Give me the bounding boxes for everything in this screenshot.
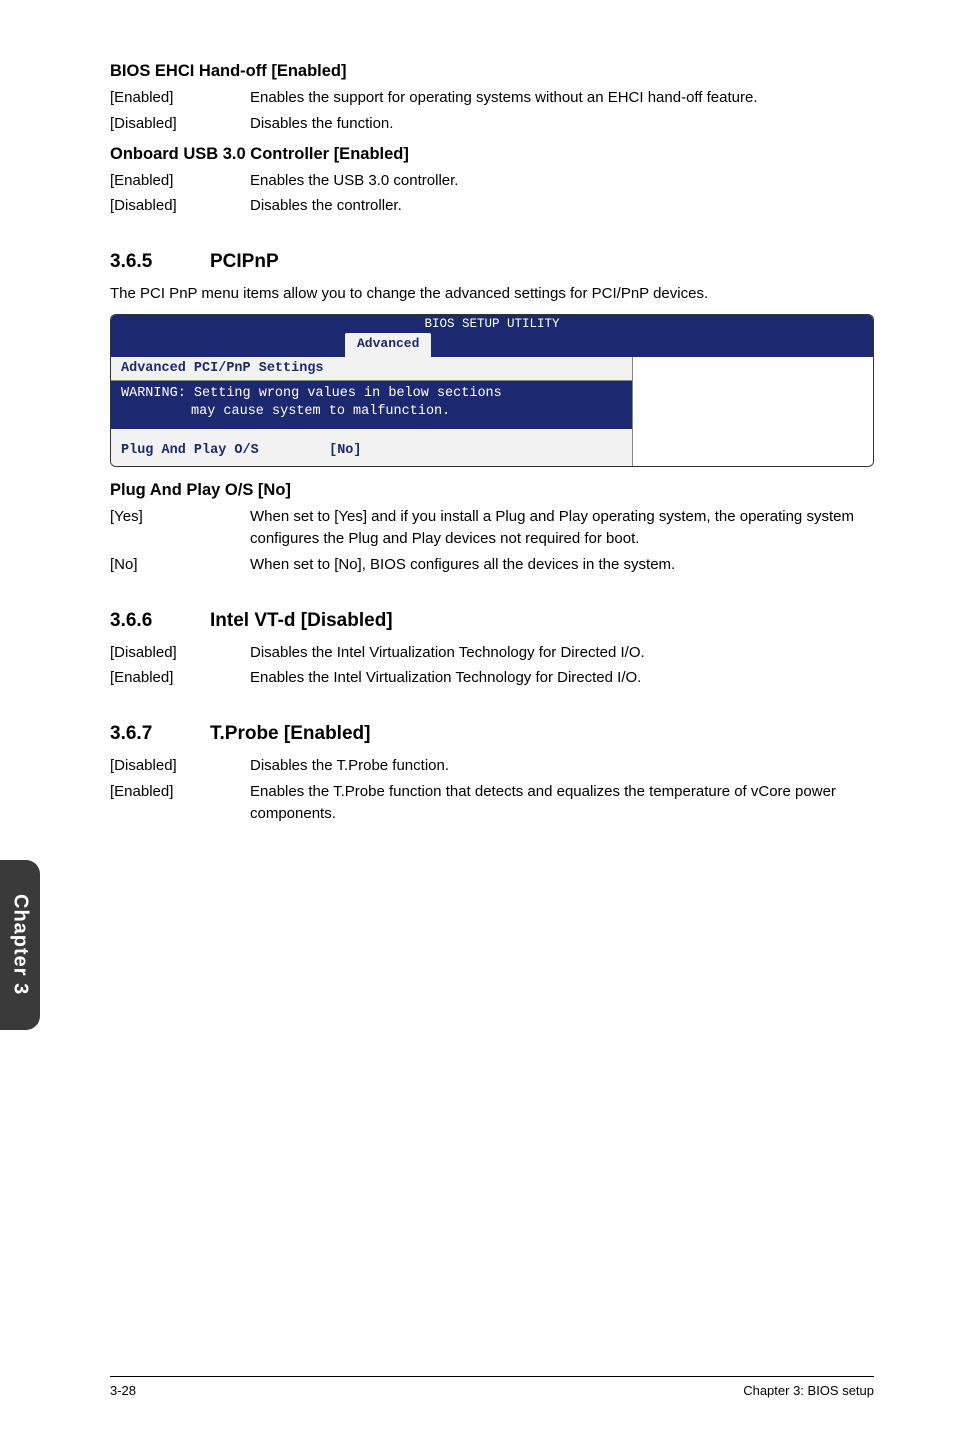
def-row: [Disabled] Disables the Intel Virtualiza… [110, 642, 874, 664]
def-text: Enables the Intel Virtualization Technol… [250, 667, 874, 689]
def-row: [Enabled] Enables the USB 3.0 controller… [110, 170, 874, 192]
def-text: When set to [No], BIOS configures all th… [250, 554, 874, 576]
subheading-onboard-usb: Onboard USB 3.0 Controller [Enabled] [110, 145, 874, 164]
def-row: [Enabled] Enables the Intel Virtualizati… [110, 667, 874, 689]
def-label: [Disabled] [110, 755, 250, 777]
def-label: [Disabled] [110, 195, 250, 217]
def-label: [Enabled] [110, 170, 250, 192]
def-text: Enables the support for operating system… [250, 87, 874, 109]
def-text: When set to [Yes] and if you install a P… [250, 506, 874, 550]
section-heading-366: 3.6.6 Intel VT-d [Disabled] [110, 610, 874, 632]
section-title: PCIPnP [210, 251, 279, 273]
page-footer: 3-28 Chapter 3: BIOS setup [110, 1376, 874, 1398]
bios-warn-line1: WARNING: Setting wrong values in below s… [121, 386, 502, 401]
bios-setting-value: [No] [329, 443, 361, 458]
def-text: Disables the Intel Virtualization Techno… [250, 642, 874, 664]
def-row: [Yes] When set to [Yes] and if you insta… [110, 506, 874, 550]
def-text: Disables the function. [250, 113, 874, 135]
bios-setting-key: Plug And Play O/S [121, 443, 321, 458]
def-text: Disables the controller. [250, 195, 874, 217]
def-label: [Yes] [110, 506, 250, 550]
bios-warn-line2: may cause system to malfunction. [121, 403, 622, 421]
section-num: 3.6.5 [110, 251, 210, 273]
bios-right-pane [633, 357, 873, 466]
def-row: [Enabled] Enables the support for operat… [110, 87, 874, 109]
bios-box: BIOS SETUP UTILITY Advanced Advanced PCI… [110, 314, 874, 467]
def-row: [Disabled] Disables the controller. [110, 195, 874, 217]
bios-header: BIOS SETUP UTILITY Advanced [111, 315, 873, 357]
bios-body: Advanced PCI/PnP Settings WARNING: Setti… [111, 357, 873, 466]
def-row: [Disabled] Disables the T.Probe function… [110, 755, 874, 777]
def-label: [Enabled] [110, 781, 250, 825]
def-text: Disables the T.Probe function. [250, 755, 874, 777]
bios-warning: WARNING: Setting wrong values in below s… [111, 381, 632, 429]
def-label: [Disabled] [110, 642, 250, 664]
def-label: [Enabled] [110, 667, 250, 689]
section-num: 3.6.7 [110, 723, 210, 745]
def-label: [Enabled] [110, 87, 250, 109]
def-text: Enables the T.Probe function that detect… [250, 781, 874, 825]
def-row: [Enabled] Enables the T.Probe function t… [110, 781, 874, 825]
section-title: T.Probe [Enabled] [210, 723, 370, 745]
bios-left-pane: Advanced PCI/PnP Settings WARNING: Setti… [111, 357, 633, 466]
section-title: Intel VT-d [Disabled] [210, 610, 393, 632]
section-heading-365: 3.6.5 PCIPnP [110, 251, 874, 273]
def-row: [Disabled] Disables the function. [110, 113, 874, 135]
subheading-bios-ehci: BIOS EHCI Hand-off [Enabled] [110, 62, 874, 81]
def-row: [No] When set to [No], BIOS configures a… [110, 554, 874, 576]
subheading-plug-play: Plug And Play O/S [No] [110, 481, 874, 500]
def-label: [No] [110, 554, 250, 576]
section-heading-367: 3.6.7 T.Probe [Enabled] [110, 723, 874, 745]
def-text: Enables the USB 3.0 controller. [250, 170, 874, 192]
footer-page-num: 3-28 [110, 1383, 136, 1398]
bios-title: BIOS SETUP UTILITY [111, 315, 873, 331]
section-para: The PCI PnP menu items allow you to chan… [110, 283, 874, 304]
page-content: BIOS EHCI Hand-off [Enabled] [Enabled] E… [0, 0, 954, 1438]
bios-subheading: Advanced PCI/PnP Settings [111, 357, 632, 381]
def-label: [Disabled] [110, 113, 250, 135]
footer-chapter: Chapter 3: BIOS setup [743, 1383, 874, 1398]
bios-tab-advanced: Advanced [345, 333, 431, 357]
section-num: 3.6.6 [110, 610, 210, 632]
bios-setting-row: Plug And Play O/S [No] [111, 429, 632, 466]
